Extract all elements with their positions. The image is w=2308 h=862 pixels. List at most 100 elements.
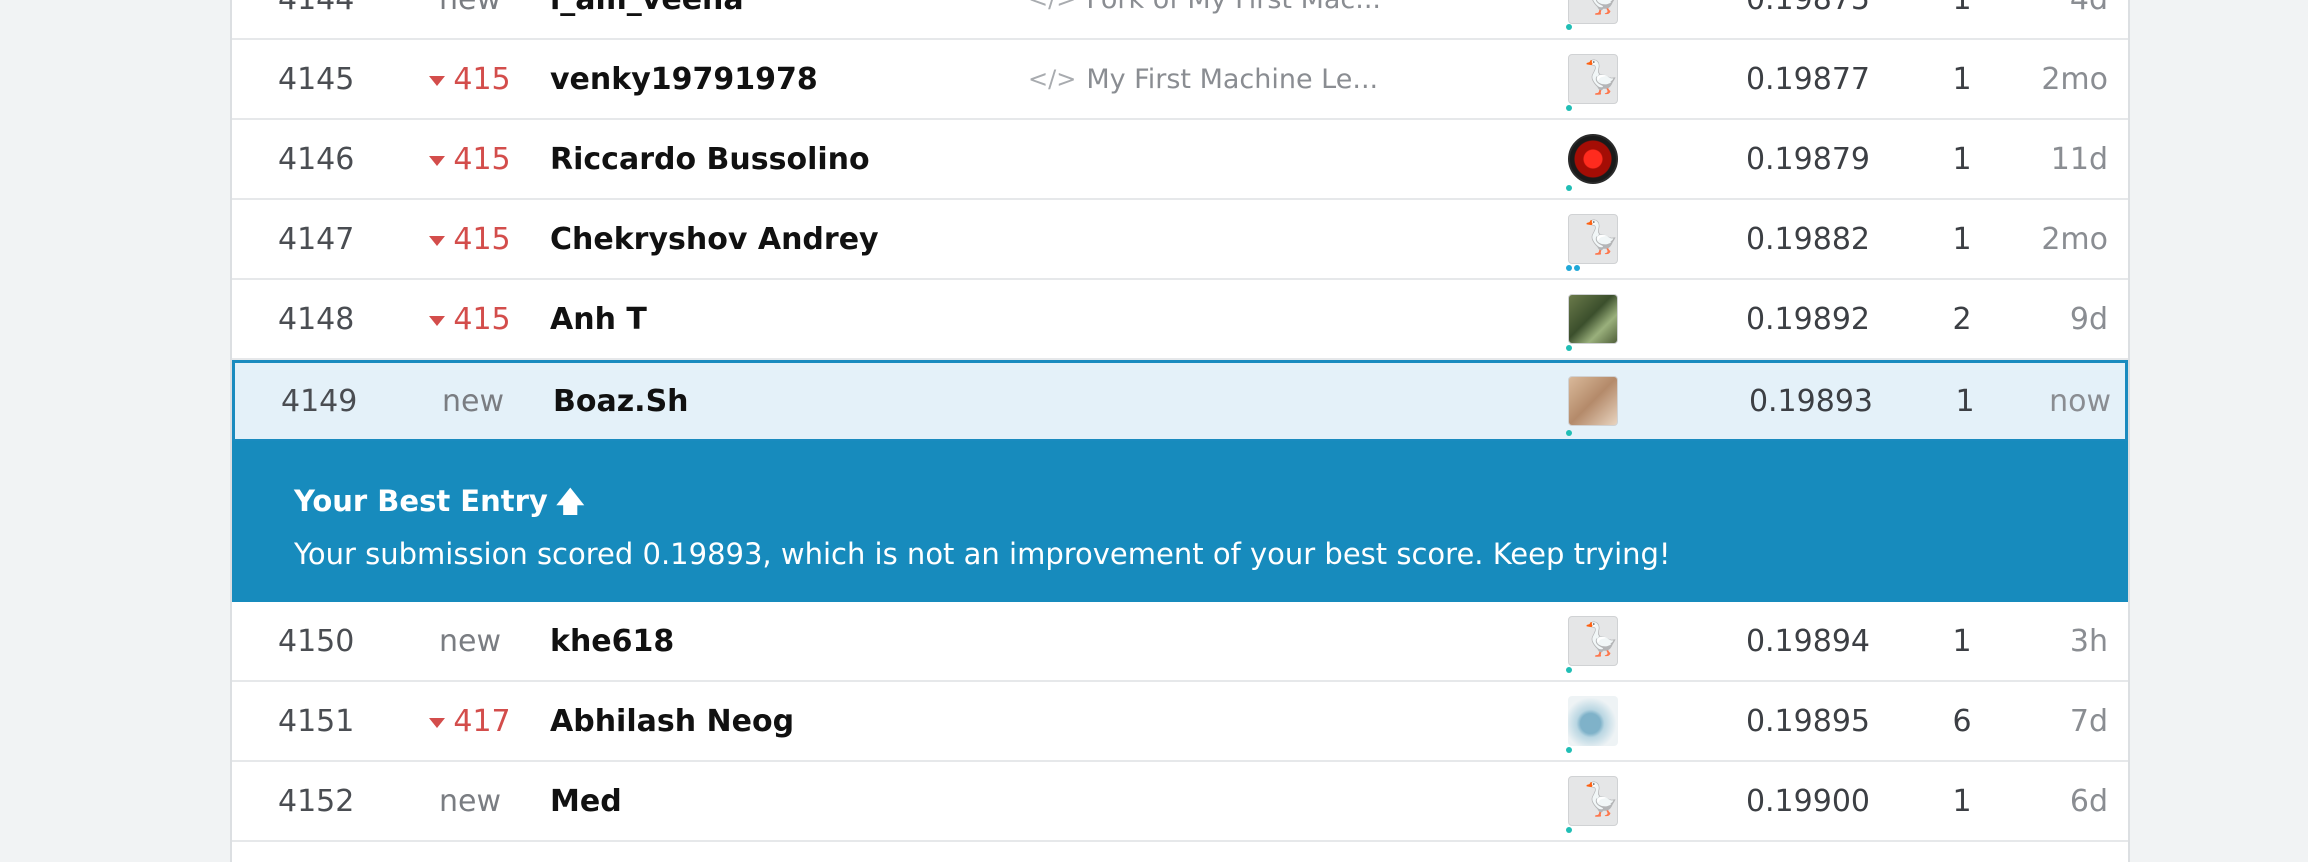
avatar[interactable]: 🪿: [1568, 616, 1618, 666]
online-indicator: [1566, 747, 1572, 753]
last-submission: 7d: [2069, 703, 2108, 739]
entries-count: 1: [1932, 0, 1992, 38]
best-entry-banner: Your Best Entry 🡅 Your submission scored …: [232, 441, 2128, 602]
entries-count: 1: [1952, 61, 1972, 97]
score: 0.19875: [1720, 0, 1870, 38]
online-indicator: [1574, 265, 1580, 271]
online-indicator: [1566, 430, 1572, 436]
avatar[interactable]: 🪿: [1568, 54, 1618, 104]
team-name[interactable]: Anh T: [550, 280, 647, 358]
goose-avatar-icon: 🪿: [1581, 620, 1618, 658]
rank: 4147: [278, 221, 355, 257]
goose-avatar-icon: 🪿: [1581, 780, 1618, 818]
rank: 4149: [281, 383, 358, 419]
last-submission: 4d: [2018, 0, 2108, 38]
score: 0.19892: [1745, 301, 1870, 337]
entries-count: 1: [1955, 383, 1975, 419]
team-members[interactable]: 🪿: [1568, 40, 1620, 118]
avatar[interactable]: [1568, 294, 1618, 344]
code-icon: </>: [1028, 65, 1077, 93]
entries-count: 1: [1952, 623, 1972, 659]
arrow-up-icon: 🡅: [555, 485, 585, 518]
avatar[interactable]: 🪿: [1568, 776, 1618, 826]
rank: 4145: [278, 61, 355, 97]
online-indicator: [1566, 24, 1572, 30]
team-members[interactable]: 🪿: [1568, 762, 1620, 840]
team-name[interactable]: venky19791978: [550, 40, 818, 118]
table-row[interactable]: 4144 new i_am_veena </>Fork of My First …: [232, 0, 2128, 40]
table-row-current-user[interactable]: 4149 new Boaz.Sh 0.19893 1 now: [232, 360, 2128, 442]
rank-change: 415: [410, 120, 530, 198]
rank-change: new: [438, 623, 501, 659]
table-row[interactable]: 4150 new khe618 🪿 0.19894 1 3h: [232, 602, 2128, 682]
avatar[interactable]: 🪿: [1568, 214, 1618, 264]
last-submission: 3h: [2069, 623, 2108, 659]
last-submission: now: [2049, 383, 2111, 419]
entries-count: 1: [1952, 221, 1972, 257]
online-indicator: [1566, 827, 1572, 833]
team-members[interactable]: [1568, 280, 1620, 358]
team-name[interactable]: Riccardo Bussolino: [550, 120, 870, 198]
goose-avatar-icon: 🪿: [1581, 0, 1617, 13]
avatar[interactable]: [1568, 376, 1618, 426]
team-members[interactable]: 🪿: [1568, 602, 1620, 680]
team-name[interactable]: Boaz.Sh: [553, 363, 689, 439]
down-arrow-icon: [429, 316, 446, 326]
rank-change: 415: [410, 200, 530, 278]
rank: 4150: [278, 623, 355, 659]
entries-count: 2: [1952, 301, 1972, 337]
last-submission: 2mo: [2041, 221, 2108, 257]
team-members[interactable]: [1568, 363, 1620, 439]
score: 0.19893: [1748, 383, 1873, 419]
team-name[interactable]: Chekryshov Andrey: [550, 200, 879, 278]
rank: 4151: [278, 703, 355, 739]
down-arrow-icon: [429, 76, 446, 86]
entries-count: 1: [1952, 783, 1972, 819]
team-name[interactable]: khe618: [550, 602, 674, 680]
online-indicator: [1566, 105, 1572, 111]
avatar[interactable]: 🪿: [1568, 0, 1618, 24]
online-indicator: [1566, 185, 1572, 191]
leaderboard-table: 4144 new i_am_veena </>Fork of My First …: [230, 0, 2130, 862]
last-submission: 9d: [2069, 301, 2108, 337]
rank: 4146: [278, 141, 355, 177]
rank-change: new: [438, 783, 501, 819]
entries-count: 1: [1952, 141, 1972, 177]
avatar[interactable]: [1568, 134, 1618, 184]
avatar[interactable]: [1568, 696, 1618, 746]
down-arrow-icon: [429, 236, 446, 246]
banner-message: Your submission scored 0.19893, which is…: [294, 537, 1671, 571]
team-name[interactable]: Med: [550, 762, 622, 840]
kernel-link[interactable]: </>Fork of My First Mac...: [1028, 0, 1381, 38]
team-members[interactable]: [1568, 120, 1620, 198]
rank-change: new: [441, 383, 504, 419]
rank-change: 415: [410, 280, 530, 358]
table-row[interactable]: 4147 415 Chekryshov Andrey 🪿 0.19882 1 2…: [232, 200, 2128, 280]
rank: 4152: [278, 783, 355, 819]
table-row[interactable]: 4151 417 Abhilash Neog 0.19895 6 7d: [232, 682, 2128, 762]
rank-change: 415: [410, 40, 530, 118]
score: 0.19894: [1745, 623, 1870, 659]
team-members[interactable]: 🪿: [1568, 0, 1620, 38]
last-submission: 11d: [2050, 141, 2108, 177]
score: 0.19877: [1745, 61, 1870, 97]
table-row[interactable]: 4145 415 venky19791978 </> My First Machi…: [232, 40, 2128, 120]
team-members[interactable]: [1568, 682, 1620, 760]
rank-change: 417: [410, 682, 530, 760]
table-row[interactable]: 4152 new Med 🪿 0.19900 1 6d: [232, 762, 2128, 842]
rank: 4144: [278, 0, 378, 38]
online-indicator: [1566, 265, 1572, 271]
kernel-link[interactable]: </> My First Machine Le...: [1028, 40, 1378, 118]
table-row[interactable]: 4146 415 Riccardo Bussolino 0.19879 1 11…: [232, 120, 2128, 200]
down-arrow-icon: [429, 718, 446, 728]
last-submission: 6d: [2069, 783, 2108, 819]
code-icon: </>: [1028, 0, 1076, 13]
team-name[interactable]: i_am_veena: [550, 0, 744, 38]
goose-avatar-icon: 🪿: [1581, 218, 1618, 256]
banner-title: Your Best Entry 🡅: [294, 484, 585, 518]
team-name[interactable]: Abhilash Neog: [550, 682, 794, 760]
table-row[interactable]: 4148 415 Anh T 0.19892 2 9d: [232, 280, 2128, 360]
rank: 4148: [278, 301, 355, 337]
score: 0.19900: [1745, 783, 1870, 819]
score: 0.19882: [1745, 221, 1870, 257]
